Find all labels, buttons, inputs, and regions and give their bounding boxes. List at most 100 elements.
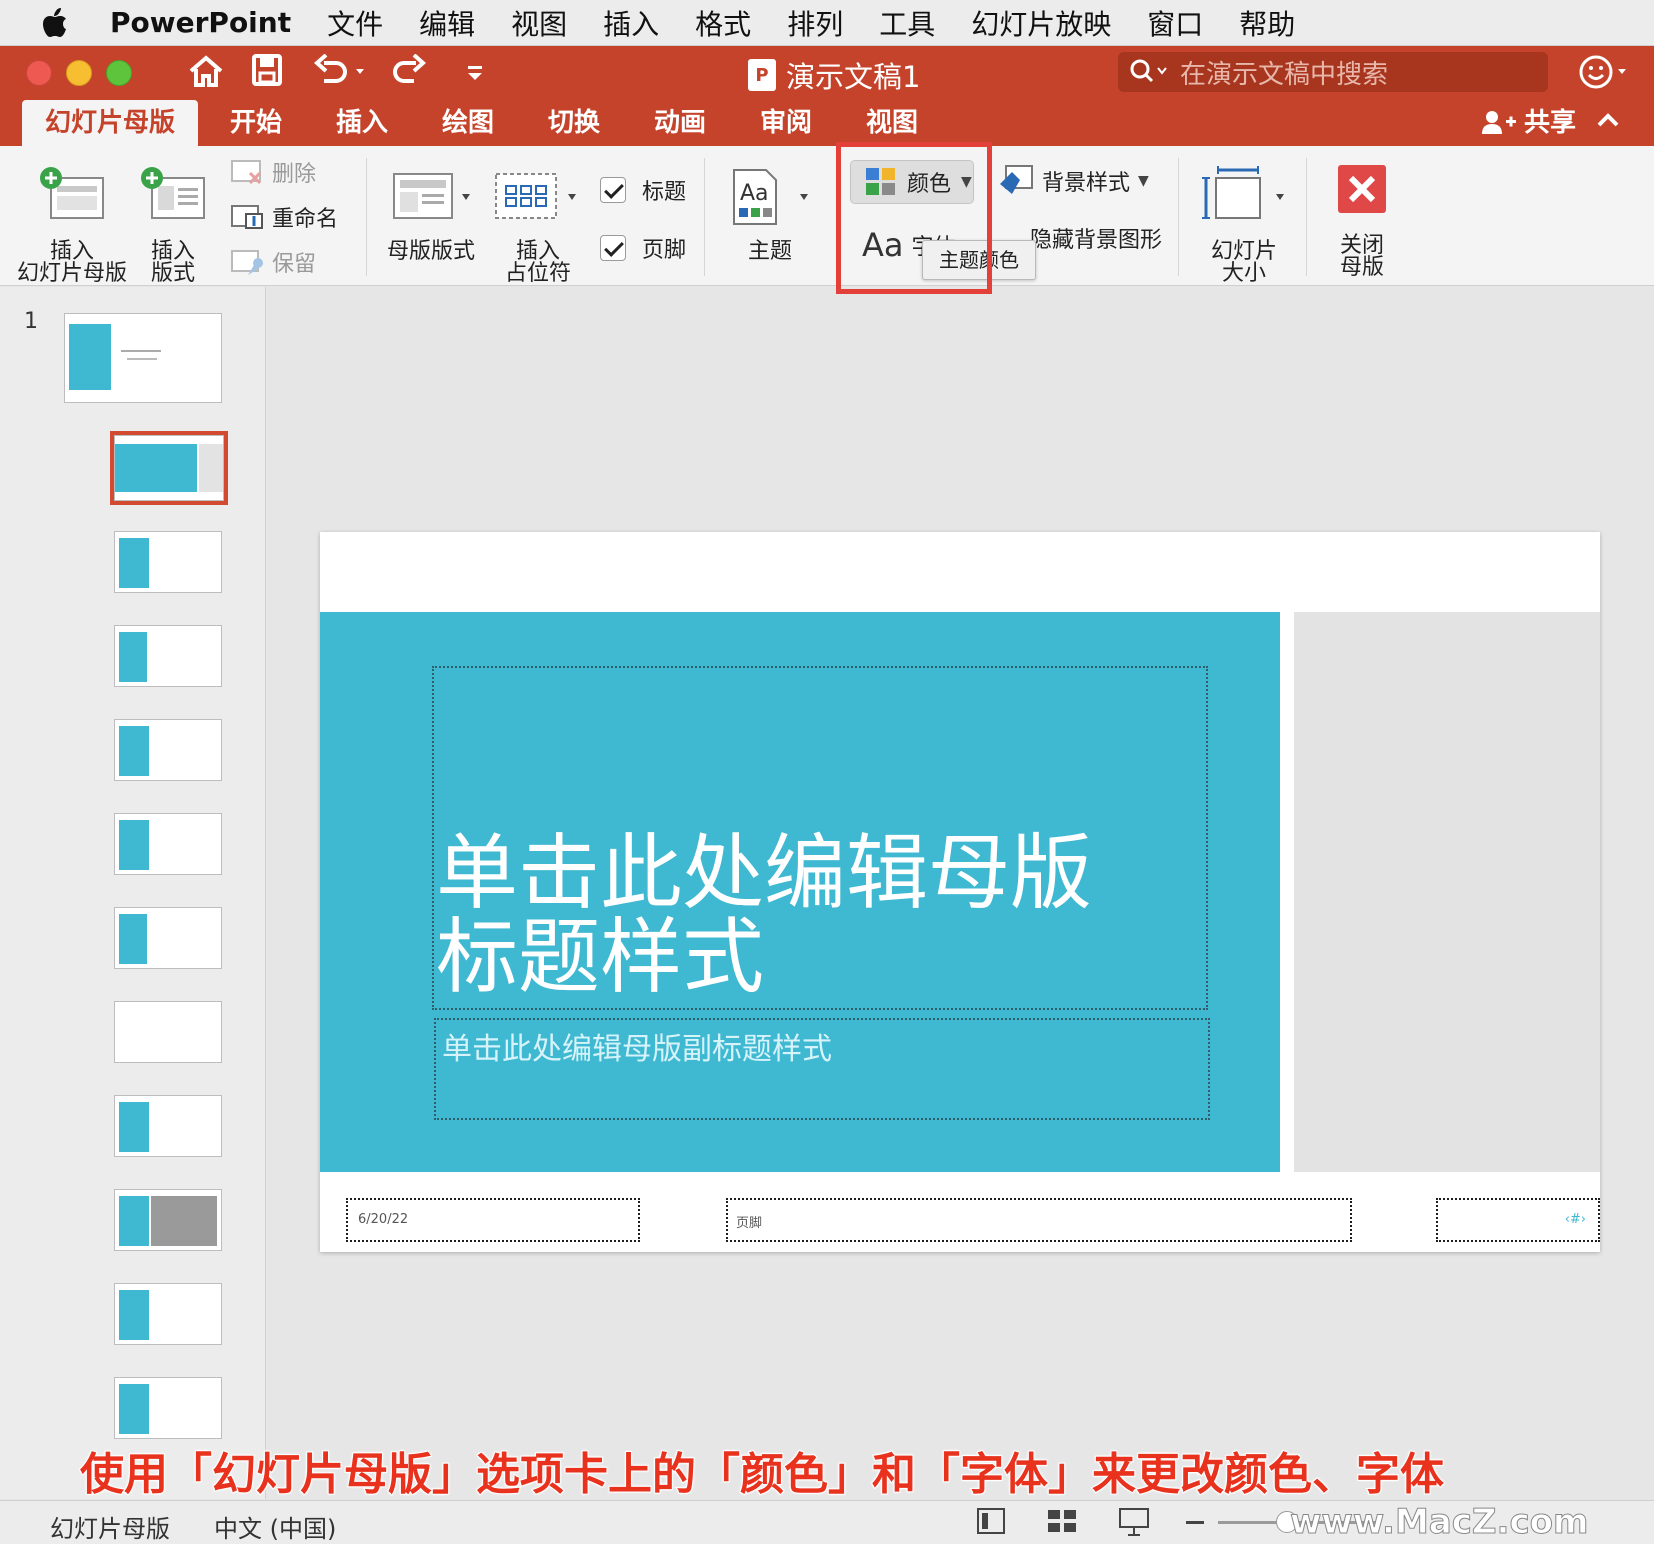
menu-insert[interactable]: 插入 xyxy=(585,3,677,43)
thumbnail-layout-6[interactable] xyxy=(114,813,222,875)
master-layout-button[interactable]: 母版版式 xyxy=(384,164,478,263)
redo-icon[interactable] xyxy=(392,53,428,96)
delete-button[interactable]: 删除 xyxy=(230,156,316,188)
footer-checkbox[interactable]: 页脚 xyxy=(600,232,686,264)
home-icon[interactable] xyxy=(188,54,224,96)
slide-number-placeholder[interactable]: ‹#› xyxy=(1436,1198,1600,1242)
minimize-window-button[interactable] xyxy=(66,60,92,86)
themes-label: 主题 xyxy=(747,239,792,264)
footer-checkbox-label: 页脚 xyxy=(642,238,687,263)
customize-toolbar-icon[interactable] xyxy=(466,54,484,96)
thumbnail-layout-3[interactable] xyxy=(114,531,222,593)
menu-tools[interactable]: 工具 xyxy=(861,3,953,43)
feedback-smiley-icon[interactable] xyxy=(1578,54,1628,94)
title-checkbox-box[interactable] xyxy=(600,177,626,203)
search-icon xyxy=(1130,59,1167,83)
ribbon-separator xyxy=(1306,158,1307,276)
insert-placeholder-button[interactable]: 插入 占位符 xyxy=(490,164,586,285)
title-checkbox-label: 标题 xyxy=(642,180,687,205)
selected-thumbnail-frame xyxy=(110,431,228,505)
thumbnail-layout-7[interactable] xyxy=(114,907,222,969)
thumbnail-layout-11[interactable] xyxy=(114,1283,222,1345)
thumbnail-layout-9[interactable] xyxy=(114,1095,222,1157)
close-master-label-2: 母版 xyxy=(1339,255,1384,280)
insert-slide-master-button[interactable]: 插入 幻灯片母版 xyxy=(14,164,130,285)
insert-placeholder-icon xyxy=(495,173,576,219)
menu-window[interactable]: 窗口 xyxy=(1129,3,1221,43)
collapse-ribbon-icon[interactable] xyxy=(1596,108,1620,139)
close-window-button[interactable] xyxy=(26,60,52,86)
tab-animations[interactable]: 动画 xyxy=(638,100,722,146)
ribbon-separator xyxy=(1178,158,1179,276)
search-placeholder: 在演示文稿中搜索 xyxy=(1180,59,1389,90)
thumbnail-master[interactable] xyxy=(64,313,222,403)
slide-sorter-icon[interactable] xyxy=(1046,1507,1078,1541)
zoom-window-button[interactable] xyxy=(106,60,132,86)
insert-layout-button[interactable]: 插入 版式 xyxy=(138,164,208,285)
footer-checkbox-box[interactable] xyxy=(600,235,626,261)
fonts-aa-icon: Aa xyxy=(862,226,904,264)
background-styles-button[interactable]: 背景样式 ▼ xyxy=(998,164,1149,198)
date-placeholder[interactable]: 6/20/22 xyxy=(346,1198,640,1242)
insert-layout-icon xyxy=(141,167,205,219)
theme-colors-tooltip: 主题颜色 xyxy=(922,240,1036,280)
tab-review[interactable]: 审阅 xyxy=(744,100,828,146)
share-button[interactable]: 共享 xyxy=(1482,100,1576,146)
insert-slide-master-label-2: 幻灯片母版 xyxy=(16,261,127,286)
save-icon[interactable] xyxy=(252,54,282,94)
menu-format[interactable]: 格式 xyxy=(677,3,769,43)
menu-edit[interactable]: 编辑 xyxy=(401,3,493,43)
thumbnail-layout-4[interactable] xyxy=(114,625,222,687)
menu-file[interactable]: 文件 xyxy=(309,3,401,43)
thumbnail-layout-12[interactable] xyxy=(114,1377,222,1439)
thumbnail-layout-5[interactable] xyxy=(114,719,222,781)
master-layout-label: 母版版式 xyxy=(386,239,475,264)
colors-label: 颜色 xyxy=(907,172,952,197)
insert-layout-label-1: 插入 xyxy=(150,239,195,264)
search-input[interactable]: 在演示文稿中搜索 xyxy=(1118,52,1548,92)
insert-placeholder-label-2: 占位符 xyxy=(504,261,571,286)
title-checkbox[interactable]: 标题 xyxy=(600,174,686,206)
thumbnail-layout-10[interactable] xyxy=(114,1189,222,1251)
thumbnail-layout-8[interactable] xyxy=(114,1001,222,1063)
slide-number-text: ‹#› xyxy=(1564,1212,1586,1227)
tab-draw[interactable]: 绘图 xyxy=(426,100,510,146)
tab-insert[interactable]: 插入 xyxy=(320,100,404,146)
apple-menu-icon[interactable] xyxy=(0,7,110,38)
share-label: 共享 xyxy=(1524,108,1577,138)
tab-transitions[interactable]: 切换 xyxy=(532,100,616,146)
close-master-label-1: 关闭 xyxy=(1339,233,1384,258)
tab-home[interactable]: 开始 xyxy=(214,100,298,146)
preserve-button[interactable]: 保留 xyxy=(230,246,316,278)
menu-help[interactable]: 帮助 xyxy=(1221,3,1313,43)
tab-slide-master[interactable]: 幻灯片母版 xyxy=(22,100,198,146)
status-language[interactable]: 中文 (中国) xyxy=(214,1509,336,1544)
menu-view[interactable]: 视图 xyxy=(493,3,585,43)
hide-background-graphics-label: 隐藏背景图形 xyxy=(1030,228,1163,253)
slide-size-button[interactable]: 幻灯片 大小 xyxy=(1192,164,1296,285)
color-palette-icon xyxy=(866,168,895,195)
slide-subtitle: 单击此处编辑母版副标题样式 xyxy=(442,1032,832,1067)
tab-view[interactable]: 视图 xyxy=(850,100,934,146)
delete-label: 删除 xyxy=(272,162,317,187)
menu-app-name[interactable]: PowerPoint xyxy=(110,6,309,39)
colors-dropdown-button[interactable]: 颜色 ▼ xyxy=(850,160,974,204)
date-text: 6/20/22 xyxy=(358,1212,409,1227)
footer-placeholder[interactable]: 页脚 xyxy=(726,1198,1352,1242)
zoom-out-icon[interactable] xyxy=(1186,1521,1204,1524)
insert-slide-master-label-1: 插入 xyxy=(49,239,94,264)
themes-button[interactable]: Aa 主题 xyxy=(722,164,818,263)
powerpoint-doc-icon: P xyxy=(748,59,776,91)
undo-icon[interactable] xyxy=(312,53,368,96)
menu-arrange[interactable]: 排列 xyxy=(769,3,861,43)
menu-slideshow[interactable]: 幻灯片放映 xyxy=(953,3,1129,43)
close-master-view-button[interactable]: 关闭 母版 xyxy=(1322,164,1402,279)
presenter-view-icon[interactable] xyxy=(1118,1507,1150,1543)
rename-button[interactable]: 重命名 xyxy=(230,201,338,233)
slide-canvas[interactable]: 单击此处编辑母版标题样式 单击此处编辑母版副标题样式 6/20/22 页脚 ‹#… xyxy=(320,532,1600,1252)
slide-thumbnail-pane[interactable]: 1 xyxy=(0,287,266,1499)
watermark: www.MacZ.com xyxy=(1289,1502,1589,1543)
themes-icon: Aa xyxy=(733,169,808,225)
hide-background-graphics-checkbox[interactable]: 隐藏背景图形 xyxy=(1030,222,1162,254)
normal-view-icon[interactable] xyxy=(976,1507,1006,1541)
